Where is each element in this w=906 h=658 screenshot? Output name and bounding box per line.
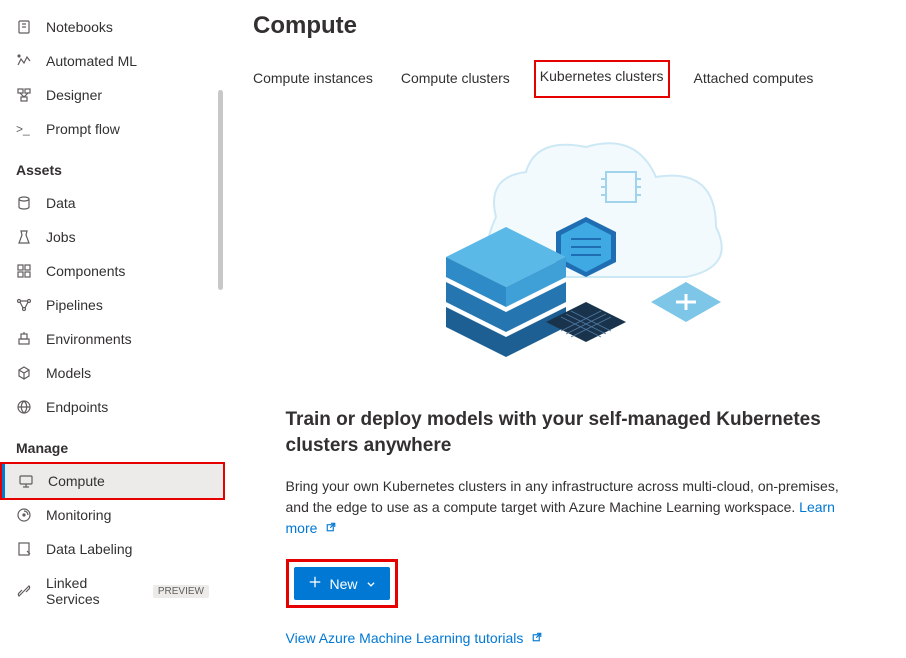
sidebar-item-label: Models [46, 365, 91, 381]
external-link-icon [325, 521, 337, 539]
sidebar-item-linkedservices[interactable]: Linked Services PREVIEW [0, 566, 225, 616]
compute-icon [18, 473, 34, 489]
svg-text:>_: >_ [16, 122, 30, 136]
sidebar-item-label: Pipelines [46, 297, 103, 313]
sidebar-item-label: Prompt flow [46, 121, 120, 137]
pipelines-icon [16, 297, 32, 313]
environments-icon [16, 331, 32, 347]
sidebar-section-manage: Manage [0, 424, 225, 464]
tab-compute-clusters[interactable]: Compute clusters [401, 62, 510, 96]
sidebar-item-label: Data [46, 195, 76, 211]
sidebar-item-automl[interactable]: Automated ML [0, 44, 225, 78]
sidebar-item-label: Monitoring [46, 507, 111, 523]
data-icon [16, 195, 32, 211]
endpoints-icon [16, 399, 32, 415]
tutorials-link[interactable]: View Azure Machine Learning tutorials [286, 630, 846, 646]
sidebar-item-components[interactable]: Components [0, 254, 225, 288]
sidebar-item-designer[interactable]: Designer [0, 78, 225, 112]
sidebar-item-jobs[interactable]: Jobs [0, 220, 225, 254]
sidebar-item-datalabeling[interactable]: Data Labeling [0, 532, 225, 566]
sidebar-item-label: Compute [48, 473, 105, 489]
page-title: Compute [253, 12, 878, 40]
scrollbar[interactable] [218, 90, 223, 290]
sidebar-item-promptflow[interactable]: >_ Prompt flow [0, 112, 225, 146]
linkedservices-icon [16, 583, 32, 599]
tabs: Compute instances Compute clusters Kuber… [253, 62, 878, 97]
sidebar-item-label: Data Labeling [46, 541, 132, 557]
automl-icon [16, 53, 32, 69]
tab-compute-instances[interactable]: Compute instances [253, 62, 373, 96]
sidebar-section-assets: Assets [0, 146, 225, 186]
notebook-icon [16, 19, 32, 35]
models-icon [16, 365, 32, 381]
main-content: Compute Compute instances Compute cluste… [225, 0, 906, 658]
helper-links: View Azure Machine Learning tutorials Vi… [286, 630, 846, 658]
promptflow-icon: >_ [16, 121, 32, 137]
hero-description: Bring your own Kubernetes clusters in an… [286, 476, 846, 539]
sidebar-item-label: Notebooks [46, 19, 113, 35]
tab-attached-computes[interactable]: Attached computes [694, 62, 814, 96]
sidebar: Notebooks Automated ML Designer >_ Promp… [0, 0, 225, 658]
chevron-down-icon [366, 576, 376, 592]
sidebar-item-models[interactable]: Models [0, 356, 225, 390]
sidebar-item-pipelines[interactable]: Pipelines [0, 288, 225, 322]
content: Train or deploy models with your self-ma… [253, 117, 878, 658]
sidebar-item-label: Environments [46, 331, 132, 347]
components-icon [16, 263, 32, 279]
sidebar-item-compute[interactable]: Compute [0, 462, 225, 500]
sidebar-item-label: Automated ML [46, 53, 137, 69]
sidebar-item-environments[interactable]: Environments [0, 322, 225, 356]
designer-icon [16, 87, 32, 103]
sidebar-item-monitoring[interactable]: Monitoring [0, 498, 225, 532]
preview-badge: PREVIEW [153, 585, 209, 598]
sidebar-item-label: Endpoints [46, 399, 108, 415]
external-link-icon [531, 631, 543, 646]
new-button-highlight: New [286, 559, 398, 608]
sidebar-item-data[interactable]: Data [0, 186, 225, 220]
sidebar-item-label: Components [46, 263, 125, 279]
hero-content: Train or deploy models with your self-ma… [286, 407, 846, 658]
sidebar-item-notebooks[interactable]: Notebooks [0, 10, 225, 44]
sidebar-item-label: Linked Services [46, 575, 135, 607]
sidebar-item-label: Jobs [46, 229, 76, 245]
datalabeling-icon [16, 541, 32, 557]
hero-title: Train or deploy models with your self-ma… [286, 407, 846, 458]
new-button[interactable]: New [294, 567, 390, 600]
sidebar-item-label: Designer [46, 87, 102, 103]
tab-kubernetes-clusters[interactable]: Kubernetes clusters [534, 60, 670, 98]
plus-icon [308, 575, 322, 592]
jobs-icon [16, 229, 32, 245]
monitoring-icon [16, 507, 32, 523]
sidebar-item-endpoints[interactable]: Endpoints [0, 390, 225, 424]
kubernetes-illustration [376, 127, 756, 387]
